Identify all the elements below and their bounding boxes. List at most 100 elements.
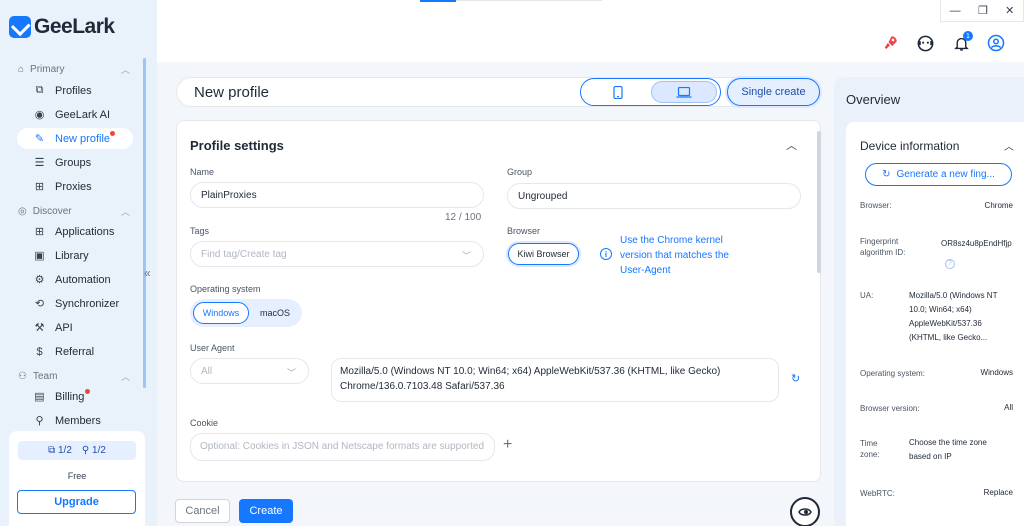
generate-fingerprint-button[interactable]: ↻ Generate a new fing... [865, 163, 1012, 186]
collapse-sidebar-icon[interactable]: « [144, 266, 151, 280]
desktop-device-option[interactable] [651, 81, 717, 103]
sidebar-item-geelark-ai[interactable]: ◉ GeeLark AI [17, 104, 133, 125]
team-icon: ⚇ [18, 371, 27, 382]
ov-key-ua: UA: [860, 291, 874, 300]
single-create-button[interactable]: Single create [727, 78, 820, 106]
collapse-device-info-icon[interactable]: ︿ [1004, 138, 1014, 153]
sidebar-item-groups[interactable]: ☰ Groups [17, 152, 133, 173]
overview-title: Overview [846, 92, 901, 107]
os-option-macos[interactable]: macOS [252, 302, 298, 324]
support-agent-icon[interactable] [915, 33, 935, 53]
ov-val-browser: Chrome [984, 201, 1013, 210]
cookie-label: Cookie [190, 418, 219, 428]
dollar-icon: $ [36, 345, 43, 358]
list-icon: ☰ [34, 157, 45, 169]
sidebar-item-proxies[interactable]: ⊞ Proxies [17, 176, 133, 197]
group-select[interactable]: Ungrouped [507, 183, 801, 209]
user-agent-filter-select[interactable]: All ﹀ [190, 358, 309, 384]
devices-icon: ⧉ [48, 445, 56, 456]
sidebar-item-synchronizer[interactable]: ⟲ Synchronizer [17, 293, 133, 314]
sidebar-scrollbar[interactable] [143, 58, 146, 388]
account-icon[interactable] [986, 33, 1006, 53]
ov-key-browser: Browser: [860, 201, 892, 210]
ov-val-ua: Mozilla/5.0 (Windows NT 10.0; Win64; x64… [909, 291, 998, 342]
member-count: ⚲ 1/2 [81, 445, 106, 456]
tags-select[interactable]: Find tag/Create tag ﹀ [190, 241, 484, 267]
ov-key-timezone: Time zone: [860, 439, 880, 459]
settings-title: Profile settings [190, 138, 284, 153]
app-name: GeeLark [34, 15, 115, 38]
create-button[interactable]: Create [239, 499, 293, 523]
window-controls: — ❐ ✕ [940, 0, 1024, 22]
name-input[interactable]: PlainProxies [190, 182, 484, 208]
sidebar-item-members[interactable]: ⚲ Members [17, 410, 133, 431]
ov-val-os: Windows [980, 368, 1013, 377]
wallet-icon: ▤ [34, 391, 45, 403]
sidebar-item-automation[interactable]: ⚙ Automation [17, 269, 133, 290]
mobile-device-option[interactable] [593, 83, 643, 101]
ov-val-webrtc: Replace [983, 488, 1013, 497]
info-icon: i [600, 248, 612, 260]
sidebar-item-referral[interactable]: $ Referral [17, 341, 133, 362]
minimize-icon[interactable]: — [950, 5, 961, 17]
home-icon: ⌂ [18, 64, 25, 75]
device-info-title: Device information [860, 139, 960, 153]
profile-title-bar [176, 77, 821, 107]
profiles-icon: ⧉ [35, 84, 44, 96]
page-title: New profile [194, 84, 270, 101]
sidebar-item-api[interactable]: ⚒ API [17, 317, 133, 338]
section-team[interactable]: ⚇ Team ︿ [18, 370, 130, 383]
cookie-input[interactable]: Optional: Cookies in JSON and Netscape f… [190, 433, 495, 461]
chevron-down-icon: ﹀ [461, 251, 471, 261]
sidebar-item-billing[interactable]: ▤ Billing [17, 386, 133, 407]
upgrade-button[interactable]: Upgrade [17, 490, 136, 514]
top-tab-indicator [420, 0, 456, 2]
library-icon: ▣ [34, 250, 45, 262]
chrome-kernel-hint-link[interactable]: Use the Chrome kernel version that match… [620, 233, 755, 278]
rocket-icon[interactable] [880, 33, 900, 53]
ov-key-webrtc: WebRTC: [860, 489, 895, 498]
section-primary[interactable]: ⌂ Primary ︿ [18, 63, 130, 76]
robot-icon: ⚙ [34, 274, 45, 286]
chevron-down-icon: ﹀ [286, 368, 296, 378]
members-icon: ⚲ [35, 415, 44, 427]
ai-icon: ◉ [34, 109, 45, 121]
floating-assistant-icon[interactable] [790, 497, 820, 526]
browser-option-kiwi[interactable]: Kiwi Browser [508, 243, 579, 265]
ov-val-browser-version: All [1004, 403, 1013, 412]
refresh-icon: ↻ [882, 169, 891, 180]
new-indicator-dot [110, 131, 115, 136]
chevron-up-icon: ︿ [120, 372, 130, 382]
help-icon[interactable]: ? [945, 258, 955, 269]
add-cookie-icon[interactable]: + [503, 436, 512, 454]
chevron-up-icon: ︿ [120, 207, 130, 217]
cancel-button[interactable]: Cancel [175, 499, 230, 523]
user-agent-input[interactable]: Mozilla/5.0 (Windows NT 10.0; Win64; x64… [331, 358, 779, 402]
network-icon: ⊞ [34, 181, 45, 193]
sidebar-item-library[interactable]: ▣ Library [17, 245, 133, 266]
phone-count: ⧉ 1/2 [48, 445, 72, 456]
user-agent-filter-value: All [201, 365, 213, 377]
settings-scrollbar[interactable] [817, 131, 821, 273]
os-toggle: Windows macOS [190, 299, 302, 327]
compass-icon: ◎ [18, 206, 27, 217]
collapse-settings-icon[interactable]: ︿ [786, 137, 797, 153]
maximize-icon[interactable]: ❐ [978, 4, 988, 17]
apps-grid-icon: ⊞ [34, 226, 45, 238]
geelark-logo-icon [9, 16, 31, 38]
sidebar-item-new-profile[interactable]: ✎ New profile [17, 128, 133, 149]
sidebar-item-applications[interactable]: ⊞ Applications [17, 221, 133, 242]
phone-icon [613, 85, 623, 99]
notification-badge: 1 [963, 31, 973, 41]
sidebar: GeeLark ⌂ Primary ︿ ⧉ Profiles ◉ GeeLark… [0, 0, 157, 526]
refresh-icon[interactable]: ↻ [791, 372, 800, 385]
edit-icon: ✎ [34, 133, 45, 145]
close-icon[interactable]: ✕ [1005, 4, 1014, 17]
group-label: Group [507, 167, 533, 177]
geelark-logo[interactable]: GeeLark [9, 15, 115, 39]
os-option-windows[interactable]: Windows [193, 302, 249, 324]
ov-key-fingerprint: Fingerprint algorithm ID: [860, 237, 906, 257]
sidebar-item-profiles[interactable]: ⧉ Profiles [17, 80, 133, 101]
user-agent-label: User Agent [190, 343, 235, 353]
section-discover[interactable]: ◎ Discover ︿ [18, 205, 130, 218]
